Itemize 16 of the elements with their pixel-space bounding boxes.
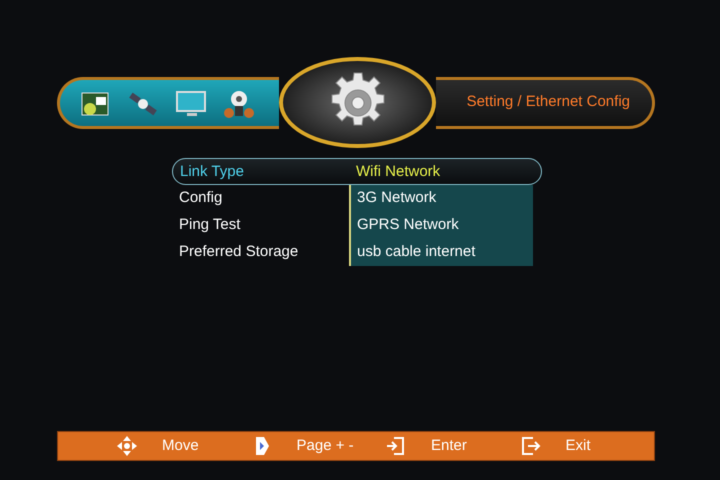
move-arrows-icon	[116, 435, 138, 457]
menu-item[interactable]: Link Type	[173, 159, 351, 184]
menu-item[interactable]: Config	[172, 185, 350, 212]
menu-item[interactable]: Preferred Storage	[172, 239, 350, 266]
menu-item[interactable]: Ping Test	[172, 212, 350, 239]
dropdown-option[interactable]: usb cable internet	[349, 239, 533, 266]
key-hint-label: Page + -	[296, 436, 354, 456]
enter-icon	[385, 435, 407, 457]
dropdown-option[interactable]: Wifi Network	[350, 159, 534, 184]
exit-icon	[520, 435, 542, 457]
dropdown-option[interactable]: 3G Network	[349, 185, 533, 212]
page-title: Setting / Ethernet Config	[466, 92, 630, 112]
key-hint-label: Move	[162, 436, 199, 456]
key-hint-label: Exit	[566, 436, 591, 456]
key-hint-label: Enter	[431, 436, 467, 456]
dropdown-option[interactable]: GPRS Network	[349, 212, 533, 239]
